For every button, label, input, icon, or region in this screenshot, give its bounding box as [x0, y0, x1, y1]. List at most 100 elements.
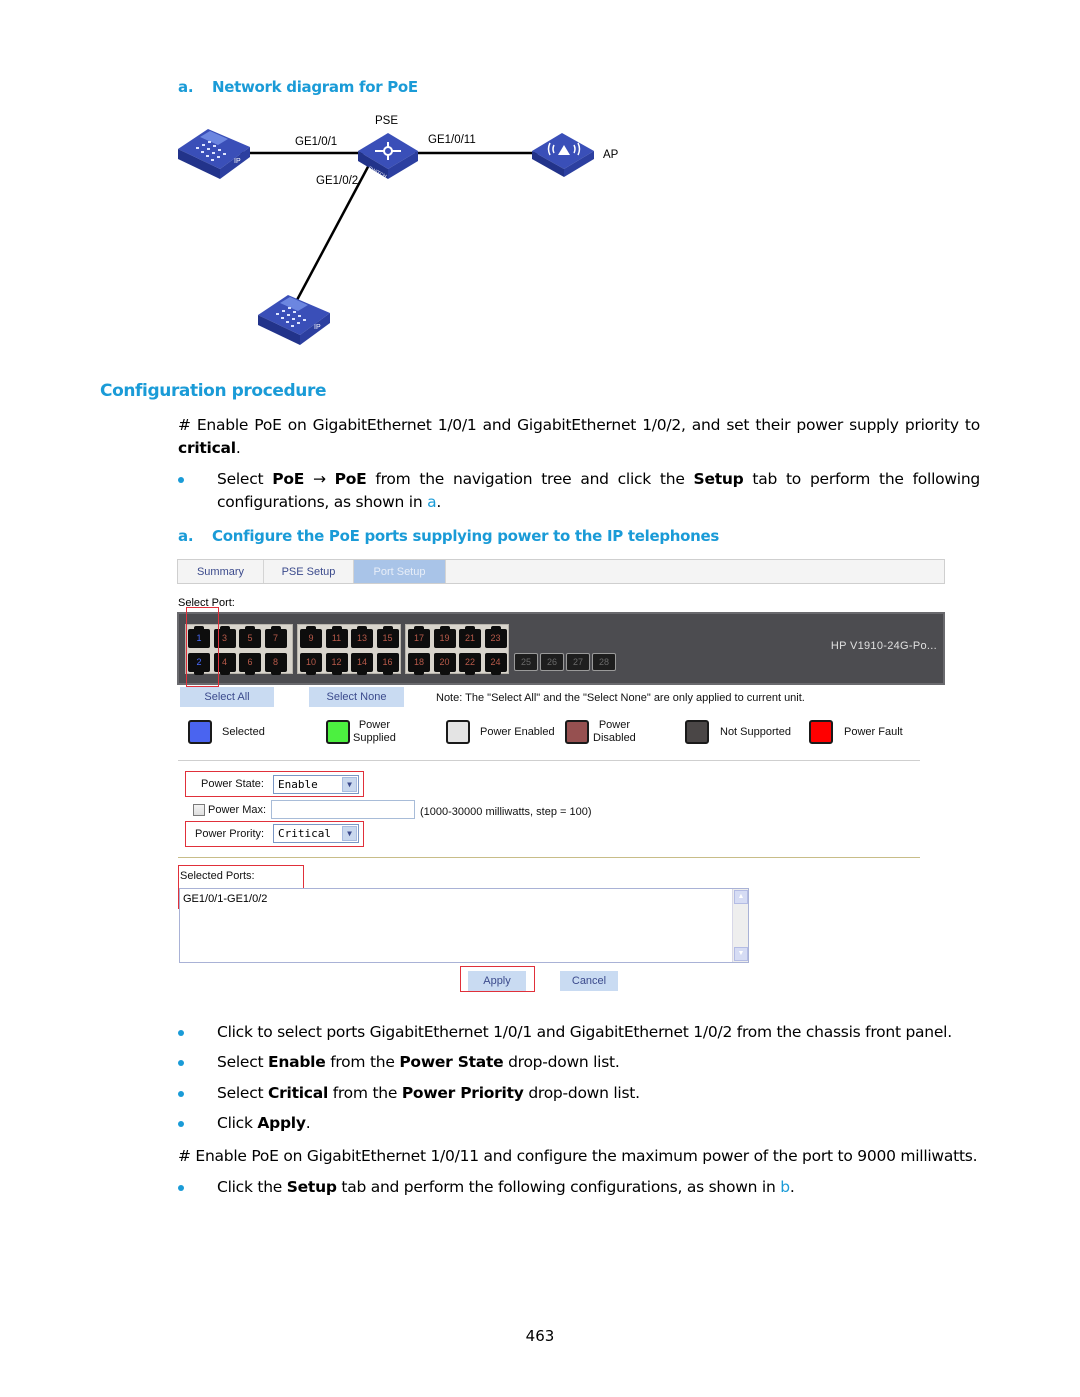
port-16[interactable]: 16 — [376, 653, 399, 675]
port-19[interactable]: 19 — [433, 626, 456, 648]
port-17[interactable]: 17 — [408, 626, 430, 648]
ip-phone-icon: IP — [258, 295, 330, 345]
figure-b-title: Configure the PoE ports supplying power … — [212, 527, 720, 545]
legend-swatch-power-enabled — [446, 720, 470, 744]
ap-label: AP — [603, 149, 619, 161]
power-priority-select[interactable]: Critical ▼ — [273, 824, 359, 843]
select-all-button[interactable]: Select All — [180, 687, 274, 707]
bullet-click-setup: Click the Setup tab and perform the foll… — [178, 1176, 980, 1199]
port-14[interactable]: 14 — [351, 653, 373, 675]
power-max-checkbox[interactable] — [193, 804, 205, 816]
figure-a-caption: a. Network diagram for PoE — [178, 78, 418, 96]
apply-button[interactable]: Apply — [468, 971, 526, 991]
legend-label-power-fault: Power Fault — [844, 726, 903, 738]
bullet-icon — [178, 477, 184, 483]
port-25[interactable]: 25 — [514, 653, 538, 671]
chevron-down-icon: ▼ — [342, 826, 357, 841]
port-24[interactable]: 24 — [484, 653, 507, 675]
selected-ports-label: Selected Ports: — [180, 870, 255, 882]
scroll-down-icon[interactable]: ▼ — [734, 947, 748, 961]
legend-label-power-disabled: Power Disabled — [593, 719, 636, 744]
figure-a-label: a. — [178, 78, 194, 96]
intro-line-1: # Enable PoE on GigabitEthernet 1/0/1 an… — [178, 416, 980, 434]
tab-summary[interactable]: Summary — [178, 560, 264, 583]
bullet-icon — [178, 1185, 184, 1191]
bullet-icon — [178, 1121, 184, 1127]
tab-port-setup[interactable]: Port Setup — [354, 560, 446, 583]
switch-icon: SWITCH — [358, 133, 418, 180]
port-6[interactable]: 6 — [239, 653, 261, 675]
port-26[interactable]: 26 — [540, 653, 564, 671]
selected-ports-value: GE1/0/1-GE1/0/2 — [183, 893, 268, 905]
power-state-select[interactable]: Enable ▼ — [273, 775, 359, 794]
port-8[interactable]: 8 — [264, 653, 287, 675]
power-priority-label: Power Prority: — [195, 828, 265, 840]
bullet-icon — [178, 1030, 184, 1036]
power-max-hint: (1000-30000 milliwatts, step = 100) — [420, 806, 592, 818]
port-label-ge1-0-2: GE1/0/2 — [316, 175, 358, 187]
step-item: Select Enable from the Power State drop-… — [178, 1051, 980, 1074]
selected-ports-textarea[interactable]: GE1/0/1-GE1/0/2 ▲ ▼ — [179, 888, 749, 963]
ip-phone-icon: IP — [178, 129, 250, 179]
network-diagram-svg: IP SWITCH PSE AP GE1/0/1 GE1/0/11 GE1/0/… — [178, 115, 619, 345]
legend-label-power-enabled: Power Enabled — [480, 726, 555, 738]
legend-swatch-power-disabled — [565, 720, 589, 744]
tab-pse-setup[interactable]: PSE Setup — [264, 560, 354, 583]
intro-paragraph: # Enable PoE on GigabitEthernet 1/0/1 an… — [178, 414, 980, 460]
select-note: Note: The "Select All" and the "Select N… — [436, 692, 805, 704]
network-diagram: IP SWITCH PSE AP GE1/0/1 GE1/0/11 GE1/0/… — [170, 105, 670, 355]
power-state-label: Power State: — [201, 778, 264, 790]
port-10[interactable]: 10 — [300, 653, 322, 675]
port-label-ge1-0-11: GE1/0/11 — [428, 134, 476, 146]
legend-swatch-power-fault — [809, 720, 833, 744]
power-max-label: Power Max: — [208, 804, 267, 816]
svg-text:IP: IP — [314, 324, 321, 331]
port-20[interactable]: 20 — [433, 653, 456, 675]
intro-bold-critical: critical — [178, 439, 236, 457]
port-15[interactable]: 15 — [376, 626, 399, 648]
legend-swatch-not-supported — [685, 720, 709, 744]
port-12[interactable]: 12 — [325, 653, 348, 675]
chassis-front-panel: 1 3 5 7 9 11 13 15 17 19 21 23 2 4 6 8 10 12 14 16 18 20 22 24 2… — [177, 612, 945, 685]
bullet-line-1: Select PoE → PoE from the navigation tre… — [217, 470, 981, 488]
figure-b-caption: a. Configure the PoE ports supplying powe… — [178, 527, 719, 545]
port-21[interactable]: 21 — [459, 626, 481, 648]
port-5[interactable]: 5 — [239, 626, 261, 648]
port-23[interactable]: 23 — [484, 626, 507, 648]
bullet-select-poe: Select PoE → PoE from the navigation tre… — [178, 468, 980, 514]
legend-swatch-power-supplied — [326, 720, 350, 744]
cancel-button[interactable]: Cancel — [560, 971, 618, 991]
port-label-ge1-0-1: GE1/0/1 — [295, 136, 337, 148]
tab-bar: Summary PSE Setup Port Setup — [177, 559, 945, 584]
step-item: Click Apply. — [178, 1112, 980, 1135]
select-none-button[interactable]: Select None — [309, 687, 404, 707]
step-item: Click to select ports GigabitEthernet 1/… — [178, 1021, 980, 1044]
port-18[interactable]: 18 — [408, 653, 430, 675]
access-point-icon — [532, 133, 594, 177]
legend-label-power-supplied: Power Supplied — [353, 719, 396, 744]
device-model: HP V1910-24G-Po... — [830, 640, 937, 652]
port-9[interactable]: 9 — [300, 626, 322, 648]
port-27[interactable]: 27 — [566, 653, 590, 671]
scroll-up-icon[interactable]: ▲ — [734, 890, 748, 904]
section-heading: Configuration procedure — [100, 381, 327, 401]
bullet-icon — [178, 1060, 184, 1066]
figure-b-label: a. — [178, 527, 194, 545]
port-28[interactable]: 28 — [592, 653, 616, 671]
port-13[interactable]: 13 — [351, 626, 373, 648]
figure-ref-b[interactable]: b — [780, 1178, 790, 1196]
para-ge1-0-11: # Enable PoE on GigabitEthernet 1/0/11 a… — [178, 1147, 978, 1165]
intro-period: . — [235, 439, 241, 457]
chevron-down-icon: ▼ — [342, 777, 357, 792]
legend-label-selected: Selected — [222, 726, 265, 738]
textarea-scrollbar[interactable]: ▲ ▼ — [732, 889, 748, 962]
divider-2 — [178, 857, 920, 858]
pse-label: PSE — [375, 115, 398, 127]
svg-text:IP: IP — [234, 158, 241, 165]
port-11[interactable]: 11 — [325, 626, 348, 648]
port-7[interactable]: 7 — [264, 626, 287, 648]
highlight-ports-1-2 — [186, 607, 219, 687]
power-max-input[interactable] — [271, 800, 415, 819]
port-22[interactable]: 22 — [459, 653, 481, 675]
figure-ref-a[interactable]: a — [427, 493, 437, 511]
